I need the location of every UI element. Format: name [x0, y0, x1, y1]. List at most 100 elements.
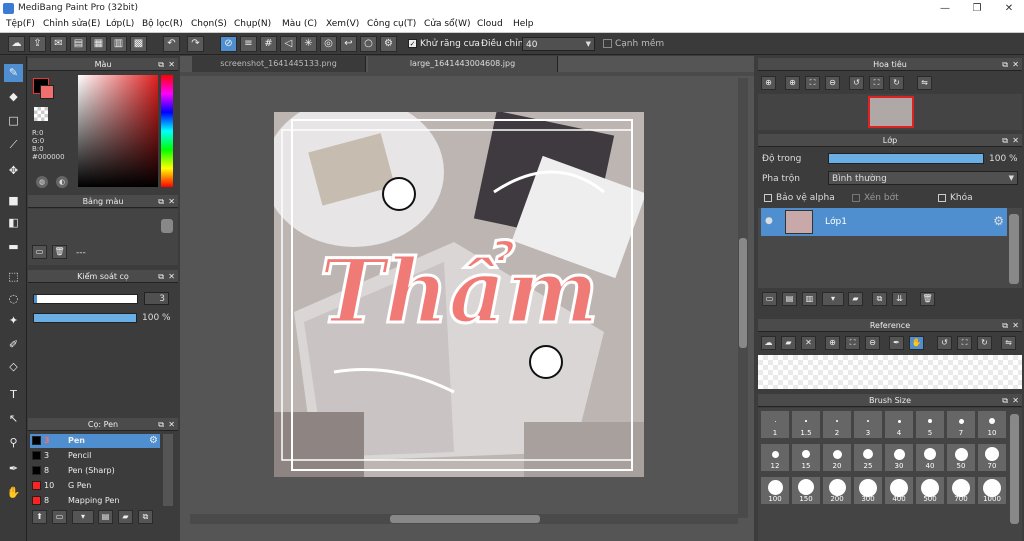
close-icon[interactable]: ✕ — [168, 195, 175, 208]
dropper-tool-icon[interactable]: ⚲ — [4, 434, 23, 452]
float-icon[interactable]: ⧉ — [1002, 134, 1008, 147]
float-icon[interactable]: ⧉ — [158, 270, 164, 283]
brush-row[interactable]: 3 Pencil — [30, 449, 160, 463]
navigator-preview[interactable] — [868, 96, 914, 128]
close-icon[interactable]: ✕ — [1012, 319, 1019, 332]
brush-tool-icon[interactable]: ✎ — [4, 64, 23, 82]
brush-size-preset[interactable]: 3 — [853, 410, 883, 439]
protect-alpha-checkbox[interactable] — [764, 194, 772, 202]
brush-row[interactable]: 8 Pen (Sharp) — [30, 464, 160, 478]
select-rect-tool-icon[interactable]: ⬚ — [4, 268, 23, 286]
reset-view-icon[interactable]: ⛶ — [869, 76, 884, 90]
brush-size-preset[interactable]: 12 — [760, 443, 790, 472]
menu-help[interactable]: Help — [513, 19, 534, 29]
fit-icon[interactable]: ⛶ — [845, 336, 860, 350]
flip-icon[interactable]: ⇋ — [1001, 336, 1016, 350]
hand-tool-icon[interactable]: ✋ — [4, 484, 23, 502]
comment-icon[interactable]: ✉ — [50, 36, 67, 52]
menu-file[interactable]: Tệp(F) — [6, 19, 35, 29]
layer-row[interactable]: ● Lớp1 ⚙ — [761, 208, 1007, 236]
menu-layer[interactable]: Lớp(L) — [106, 19, 134, 29]
no-snap-icon[interactable]: ⊘ — [220, 36, 237, 52]
close-window-button[interactable]: ✕ — [994, 2, 1024, 15]
vertical-scrollbar[interactable] — [738, 78, 748, 518]
grid-icon[interactable]: ▥ — [110, 36, 127, 52]
duplicate-brush-icon[interactable]: ⧉ — [138, 510, 153, 524]
hand-icon[interactable]: ✋ — [909, 336, 924, 350]
add-brush-icon[interactable]: ⬆ — [32, 510, 47, 524]
flip-icon[interactable]: ⇋ — [917, 76, 932, 90]
brush-size-preset[interactable]: 10 — [977, 410, 1007, 439]
zoom-out-icon[interactable]: ⊖ — [825, 76, 840, 90]
rotate-right-icon[interactable]: ↻ — [977, 336, 992, 350]
gear-icon[interactable]: ⚙ — [149, 434, 158, 448]
reset-view-icon[interactable]: ⛶ — [957, 336, 972, 350]
share-icon[interactable]: ⇪ — [29, 36, 46, 52]
reference-canvas[interactable] — [758, 355, 1022, 389]
eye-icon[interactable]: ● — [765, 216, 773, 226]
menu-filter[interactable]: Bộ lọc(R) — [142, 19, 183, 29]
curve-snap-icon[interactable]: ↩ — [340, 36, 357, 52]
float-icon[interactable]: ⧉ — [1002, 394, 1008, 407]
copy-brush-icon[interactable]: ▤ — [98, 510, 113, 524]
maximize-button[interactable]: ❐ — [962, 2, 992, 15]
close-icon[interactable]: ✕ — [1012, 134, 1019, 147]
brush-size-preset[interactable]: 7 — [946, 410, 976, 439]
minimize-button[interactable]: — — [930, 2, 960, 15]
brush-size-preset[interactable]: 5 — [915, 410, 945, 439]
gradient-tool-icon[interactable]: ▬ — [4, 238, 23, 256]
brush-size-preset[interactable]: 50 — [946, 443, 976, 472]
delete-layer-icon[interactable]: 🗑 — [920, 292, 935, 306]
brush-menu-icon[interactable]: ▾ — [72, 510, 94, 524]
add-layer-menu-icon[interactable]: ▾ — [822, 292, 844, 306]
lasso-tool-icon[interactable]: ◌ — [4, 290, 23, 308]
antialias-checkbox[interactable]: ✓ — [408, 39, 417, 48]
brush-size-preset[interactable]: 40 — [915, 443, 945, 472]
close-icon[interactable]: ✕ — [1012, 394, 1019, 407]
brush-size-preset[interactable]: 700 — [946, 476, 976, 505]
menu-select[interactable]: Chọn(S) — [191, 19, 227, 29]
select-pen-tool-icon[interactable]: ✐ — [4, 336, 23, 354]
close-icon[interactable]: ✕ — [168, 270, 175, 283]
menu-color[interactable]: Màu (C) — [282, 19, 317, 29]
brush-list-scrollbar[interactable] — [163, 434, 173, 506]
horizontal-scrollbar[interactable] — [190, 514, 738, 524]
menu-window[interactable]: Cửa sổ(W) — [424, 19, 470, 29]
new-8bit-layer-icon[interactable]: ▥ — [802, 292, 817, 306]
radial-snap-icon[interactable]: ✳ — [300, 36, 317, 52]
layer-scrollbar[interactable] — [1009, 214, 1019, 284]
spoid-tool-icon[interactable]: ✒ — [4, 460, 23, 478]
clipping-checkbox[interactable] — [852, 194, 860, 202]
magic-wand-tool-icon[interactable]: ✦ — [4, 312, 23, 330]
select-eraser-tool-icon[interactable]: ◇ — [4, 358, 23, 376]
close-icon[interactable]: ✕ — [168, 58, 175, 71]
brush-size-preset[interactable]: 1000 — [977, 476, 1007, 505]
undo-icon[interactable]: ↶ — [163, 36, 180, 52]
fit-icon[interactable]: ⛶ — [805, 76, 820, 90]
new-halftone-layer-icon[interactable]: ▤ — [782, 292, 797, 306]
menu-edit[interactable]: Chỉnh sửa(E) — [43, 19, 100, 29]
brush-size-preset[interactable]: 100 — [760, 476, 790, 505]
new-brush-icon[interactable]: ▭ — [52, 510, 67, 524]
snap-settings-icon[interactable]: ⚙ — [380, 36, 397, 52]
rotate-left-icon[interactable]: ↺ — [937, 336, 952, 350]
transparent-color-swatch[interactable] — [34, 107, 48, 121]
brush-size-scrollbar[interactable] — [1010, 414, 1019, 524]
soft-edge-checkbox[interactable] — [603, 39, 612, 48]
color-mode-icon[interactable]: ◐ — [56, 176, 68, 188]
layout-icon[interactable]: ▩ — [130, 36, 147, 52]
horizontal-scroll-thumb[interactable] — [390, 515, 540, 523]
merge-layer-icon[interactable]: ⇊ — [892, 292, 907, 306]
brush-row[interactable]: 3 Pen ⚙ — [30, 434, 160, 448]
brush-size-preset[interactable]: 4 — [884, 410, 914, 439]
new-layer-icon[interactable]: ▭ — [762, 292, 777, 306]
eraser-tool-icon[interactable]: ◆ — [4, 88, 23, 106]
gear-icon[interactable]: ⚙ — [993, 214, 1004, 228]
vanish-snap-icon[interactable]: ◁ — [280, 36, 297, 52]
cloud-open-icon[interactable]: ☁ — [761, 336, 776, 350]
close-reference-icon[interactable]: ✕ — [801, 336, 816, 350]
move-tool-icon[interactable]: ✥ — [4, 162, 23, 180]
palette-scrollbar[interactable] — [161, 219, 173, 233]
menu-cloud[interactable]: Cloud — [477, 19, 503, 29]
brush-size-preset[interactable]: 70 — [977, 443, 1007, 472]
